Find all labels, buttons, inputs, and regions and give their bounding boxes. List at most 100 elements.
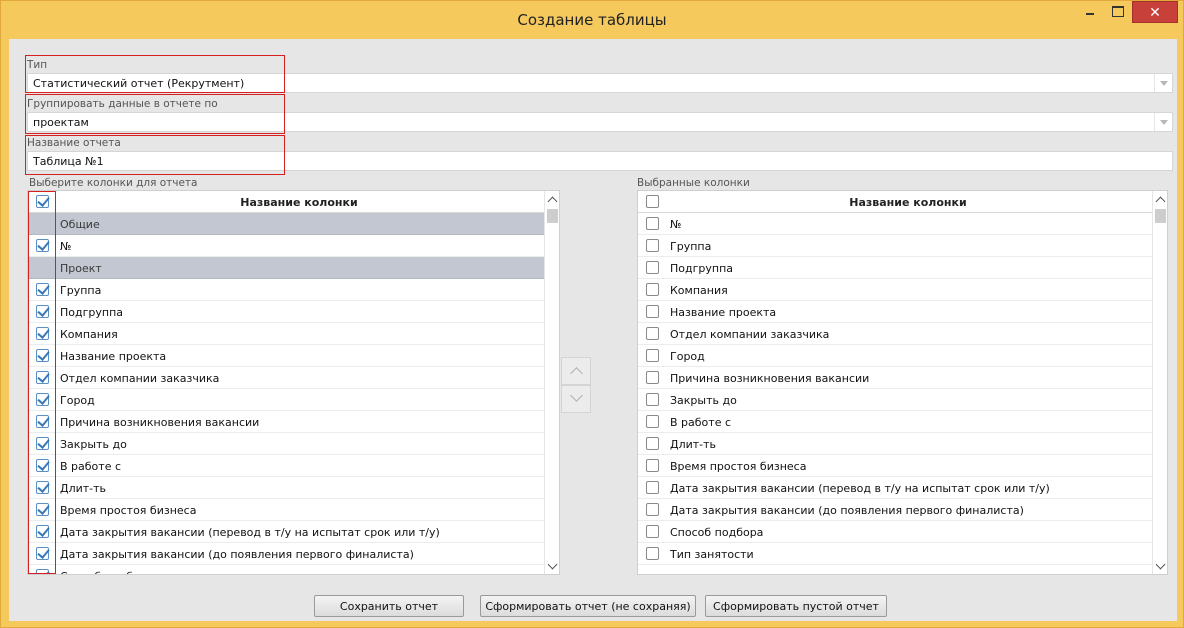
report-name-input[interactable]: Таблица №1: [27, 151, 1173, 171]
save-report-button[interactable]: Сохранить отчет: [314, 595, 464, 617]
column-checkbox[interactable]: [36, 283, 49, 296]
list-item[interactable]: Дата закрытия вакансии (перевод в т/у на…: [638, 477, 1152, 499]
list-item[interactable]: Подгруппа: [638, 257, 1152, 279]
selected-columns-list: Название колонки № Группа Подгруппа Компани…: [637, 190, 1168, 575]
list-item[interactable]: В работе с: [28, 455, 544, 477]
list-item[interactable]: Отдел компании заказчика: [638, 323, 1152, 345]
column-checkbox[interactable]: [36, 503, 49, 516]
column-name: Причина возникновения вакансии: [670, 372, 870, 385]
select-all-checkbox[interactable]: [646, 195, 659, 208]
chevron-down-icon[interactable]: [1154, 113, 1172, 131]
left-scrollbar[interactable]: [544, 191, 559, 574]
column-checkbox[interactable]: [646, 261, 659, 274]
list-item[interactable]: Длит-ть: [638, 433, 1152, 455]
scroll-thumb[interactable]: [1155, 209, 1166, 223]
group-combobox[interactable]: проектам: [27, 112, 1173, 132]
column-checkbox[interactable]: [646, 525, 659, 538]
list-item[interactable]: Причина возникновения вакансии: [638, 367, 1152, 389]
list-item[interactable]: Причина возникновения вакансии: [28, 411, 544, 433]
report-name-value: Таблица №1: [33, 155, 104, 168]
column-name: Название проекта: [60, 350, 167, 363]
column-checkbox[interactable]: [36, 459, 49, 472]
column-name: Способ подбора: [670, 526, 764, 539]
list-item[interactable]: В работе с: [638, 411, 1152, 433]
column-checkbox[interactable]: [36, 371, 49, 384]
column-checkbox[interactable]: [36, 547, 49, 560]
column-checkbox[interactable]: [646, 481, 659, 494]
list-item[interactable]: Компания: [28, 323, 544, 345]
column-checkbox[interactable]: [36, 393, 49, 406]
column-name: Длит-ть: [670, 438, 717, 451]
right-scrollbar[interactable]: [1152, 191, 1167, 574]
dialog-body: Тип Статистический отчет (Рекрутмент) Гр…: [9, 39, 1177, 621]
column-checkbox[interactable]: [36, 349, 49, 362]
column-checkbox[interactable]: [646, 437, 659, 450]
list-item[interactable]: Длит-ть: [28, 477, 544, 499]
column-checkbox[interactable]: [36, 327, 49, 340]
generate-report-button[interactable]: Сформировать отчет (не сохраняя): [480, 595, 696, 617]
column-checkbox[interactable]: [646, 371, 659, 384]
column-checkbox[interactable]: [36, 481, 49, 494]
list-item[interactable]: Способ подбора: [28, 565, 544, 574]
column-checkbox[interactable]: [646, 327, 659, 340]
list-item[interactable]: Дата закрытия вакансии (перевод в т/у на…: [28, 521, 544, 543]
move-up-button[interactable]: [561, 357, 591, 385]
column-checkbox[interactable]: [36, 437, 49, 450]
list-item[interactable]: Закрыть до: [28, 433, 544, 455]
column-checkbox[interactable]: [646, 547, 659, 560]
select-all-checkbox[interactable]: [36, 195, 49, 208]
minimize-button[interactable]: [1077, 1, 1103, 23]
column-name: Город: [670, 350, 705, 363]
column-name: Закрыть до: [670, 394, 737, 407]
list-item[interactable]: Название проекта: [638, 301, 1152, 323]
column-checkbox[interactable]: [646, 349, 659, 362]
list-item[interactable]: Отдел компании заказчика: [28, 367, 544, 389]
column-name: Компания: [670, 284, 728, 297]
column-checkbox[interactable]: [36, 569, 49, 574]
maximize-button[interactable]: [1104, 1, 1130, 23]
list-item[interactable]: №: [638, 213, 1152, 235]
column-checkbox[interactable]: [646, 217, 659, 230]
list-item[interactable]: Группа: [28, 279, 544, 301]
title-bar[interactable]: Создание таблицы ✕: [1, 1, 1183, 39]
column-checkbox[interactable]: [646, 459, 659, 472]
column-checkbox[interactable]: [646, 415, 659, 428]
list-item[interactable]: Время простоя бизнеса: [28, 499, 544, 521]
move-down-button[interactable]: [561, 385, 591, 413]
column-checkbox[interactable]: [36, 525, 49, 538]
chevron-up-icon[interactable]: [545, 191, 559, 207]
column-name: Способ подбора: [60, 570, 153, 574]
column-checkbox[interactable]: [646, 239, 659, 252]
column-checkbox[interactable]: [646, 393, 659, 406]
list-item[interactable]: Город: [638, 345, 1152, 367]
list-item[interactable]: Тип занятости: [638, 543, 1152, 565]
list-item[interactable]: Время простоя бизнеса: [638, 455, 1152, 477]
column-checkbox[interactable]: [36, 415, 49, 428]
list-item[interactable]: Подгруппа: [28, 301, 544, 323]
list-item[interactable]: Группа: [638, 235, 1152, 257]
list-item[interactable]: №: [28, 235, 544, 257]
chevron-down-icon[interactable]: [1154, 74, 1172, 92]
column-checkbox[interactable]: [646, 305, 659, 318]
close-button[interactable]: ✕: [1132, 1, 1178, 23]
type-value: Статистический отчет (Рекрутмент): [33, 77, 245, 90]
list-item[interactable]: Компания: [638, 279, 1152, 301]
type-label: Тип: [27, 59, 48, 71]
list-item[interactable]: Дата закрытия вакансии (до появления пер…: [28, 543, 544, 565]
column-name: Группа: [60, 284, 102, 297]
column-checkbox[interactable]: [646, 283, 659, 296]
chevron-up-icon[interactable]: [1153, 191, 1167, 207]
list-item[interactable]: Дата закрытия вакансии (до появления пер…: [638, 499, 1152, 521]
list-item[interactable]: Название проекта: [28, 345, 544, 367]
column-checkbox[interactable]: [646, 503, 659, 516]
scroll-thumb[interactable]: [547, 209, 558, 223]
chevron-down-icon[interactable]: [545, 558, 559, 574]
generate-empty-report-button[interactable]: Сформировать пустой отчет: [705, 595, 887, 617]
column-checkbox[interactable]: [36, 239, 49, 252]
list-item[interactable]: Город: [28, 389, 544, 411]
column-checkbox[interactable]: [36, 305, 49, 318]
list-item[interactable]: Закрыть до: [638, 389, 1152, 411]
type-combobox[interactable]: Статистический отчет (Рекрутмент): [27, 73, 1173, 93]
list-item[interactable]: Способ подбора: [638, 521, 1152, 543]
chevron-down-icon[interactable]: [1153, 558, 1167, 574]
